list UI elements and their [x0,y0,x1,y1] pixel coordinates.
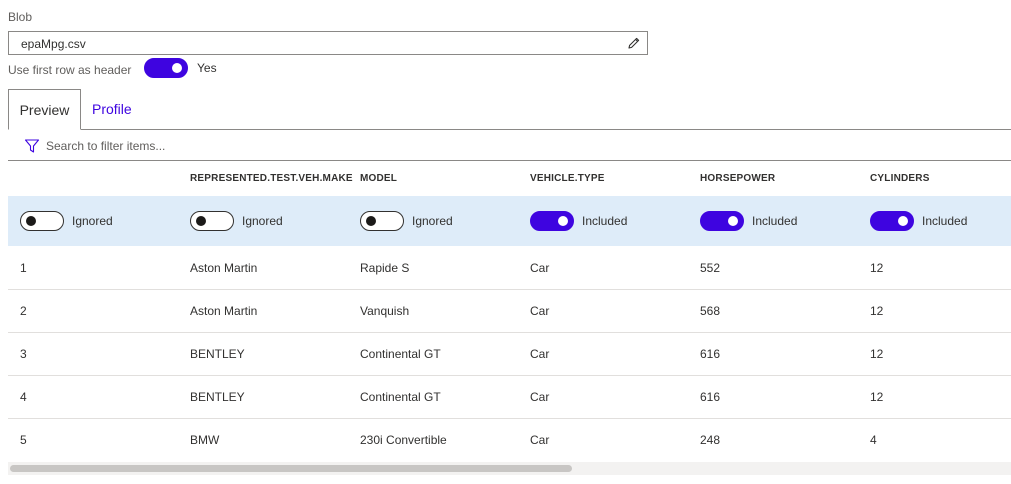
column-state-label: Included [752,214,798,228]
blob-field[interactable]: epaMpg.csv [8,31,648,55]
table-cell: 2 [20,304,27,318]
table-cell: Car [530,390,550,404]
column-toggle-row: Ignored Ignored Ignored Included Include… [8,196,1011,246]
table-cell: 3 [20,347,27,361]
column-include-toggle[interactable] [700,211,744,231]
blob-label: Blob [8,10,33,24]
toggle-knob [366,216,376,226]
column-include-toggle[interactable] [360,211,404,231]
table-cell: BMW [190,433,220,447]
table-cell: 248 [700,433,721,447]
table-row[interactable]: 2 Aston Martin Vanquish Car 568 12 [8,290,1011,333]
first-row-header-option: Use first row as header [8,60,131,80]
column-toggle-cell: Included [700,196,797,246]
first-row-header-state: Yes [197,61,217,75]
first-row-header-label: Use first row as header [8,63,132,77]
table-cell: 552 [700,261,721,275]
column-include-toggle[interactable] [190,211,234,231]
table-cell: BENTLEY [190,390,245,404]
column-state-label: Included [922,214,968,228]
toggle-knob [172,63,182,73]
toggle-knob [26,216,36,226]
table-cell: 230i Convertible [360,433,447,447]
filter-bar [8,132,1011,161]
tab-profile[interactable]: Profile [92,89,132,129]
table-cell: Aston Martin [190,304,258,318]
toggle-knob [898,216,908,226]
blob-value: epaMpg.csv [21,37,86,51]
first-row-header-toggle[interactable] [144,58,188,78]
column-toggle-cell: Ignored [20,196,113,246]
column-header-cylinders[interactable]: CYLINDERS [870,161,930,195]
tab-bar: Preview Profile [8,89,1011,130]
column-include-toggle[interactable] [20,211,64,231]
column-state-label: Ignored [242,214,283,228]
column-header-make[interactable]: REPRESENTED.TEST.VEH.MAKE [190,161,353,195]
table-cell: BENTLEY [190,347,245,361]
table-cell: Car [530,347,550,361]
horizontal-scrollbar[interactable] [8,462,1011,475]
table-row[interactable]: 4 BENTLEY Continental GT Car 616 12 [8,376,1011,419]
column-toggle-cell: Included [530,196,627,246]
table-row[interactable]: 1 Aston Martin Rapide S Car 552 12 [8,247,1011,290]
table-cell: Car [530,304,550,318]
table-cell: 616 [700,347,721,361]
table-cell: 1 [20,261,27,275]
tab-preview[interactable]: Preview [8,89,81,130]
column-toggle-cell: Included [870,196,967,246]
table-cell: 5 [20,433,27,447]
table-cell: Continental GT [360,390,441,404]
table-cell: 4 [870,433,877,447]
table-row[interactable]: 5 BMW 230i Convertible Car 248 4 [8,419,1011,461]
column-toggle-cell: Ignored [190,196,283,246]
column-include-toggle[interactable] [870,211,914,231]
filter-icon [24,138,40,154]
column-include-toggle[interactable] [530,211,574,231]
table-cell: Rapide S [360,261,410,275]
table-row[interactable]: 3 BENTLEY Continental GT Car 616 12 [8,333,1011,376]
header-row: REPRESENTED.TEST.VEH.MAKE MODEL VEHICLE.… [8,161,1011,195]
pencil-icon[interactable] [627,36,641,50]
column-state-label: Included [582,214,628,228]
toggle-knob [196,216,206,226]
column-header-model[interactable]: MODEL [360,161,397,195]
table-cell: 12 [870,390,884,404]
table-cell: Aston Martin [190,261,258,275]
table-cell: 12 [870,347,884,361]
table-cell: Continental GT [360,347,441,361]
column-state-label: Ignored [412,214,453,228]
column-header-vehicle-type[interactable]: VEHICLE.TYPE [530,161,605,195]
table-cell: Car [530,433,550,447]
table-cell: 4 [20,390,27,404]
scrollbar-thumb[interactable] [10,465,572,472]
table-cell: 12 [870,261,884,275]
column-header-horsepower[interactable]: HORSEPOWER [700,161,775,195]
table-cell: 568 [700,304,721,318]
table-cell: Vanquish [360,304,410,318]
toggle-knob [728,216,738,226]
table-cell: 12 [870,304,884,318]
column-toggle-cell: Ignored [360,196,453,246]
data-grid: REPRESENTED.TEST.VEH.MAKE MODEL VEHICLE.… [8,161,1011,461]
search-input[interactable] [46,136,646,156]
table-cell: 616 [700,390,721,404]
toggle-knob [558,216,568,226]
column-state-label: Ignored [72,214,113,228]
table-cell: Car [530,261,550,275]
